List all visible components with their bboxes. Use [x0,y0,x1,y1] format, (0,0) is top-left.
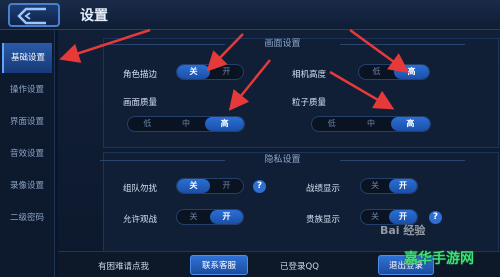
help-icon[interactable]: ? [253,180,266,193]
outline-label: 角色描边 [123,70,158,80]
page-title: 设置 [80,8,108,24]
sidebar: 基础设置 操作设置 界面设置 音效设置 录像设置 二级密码 [0,30,55,277]
quality-high-option[interactable]: 高 [205,117,244,131]
particles-label: 粒子质量 [292,98,327,108]
problem-text: 有困难请点我 [98,262,150,272]
back-arrow-icon [17,7,46,25]
particles-mid-option[interactable]: 中 [351,117,390,131]
sidebar-item-controls[interactable]: 操作设置 [2,75,52,105]
quality-mid-option[interactable]: 中 [167,117,206,131]
allow-spectate-toggle[interactable]: 关 开 [176,209,244,225]
contact-support-button[interactable]: 联系客服 [190,255,248,275]
login-status: 已登录QQ [280,262,319,272]
outline-off-option[interactable]: 关 [177,65,210,79]
sidebar-item-password[interactable]: 二级密码 [2,203,52,233]
sidebar-item-basic[interactable]: 基础设置 [2,43,52,73]
team-no-disturb-off-option[interactable]: 关 [177,179,210,193]
camera-height-label: 相机高度 [292,70,327,80]
quality-label: 画面质量 [123,98,158,108]
team-no-disturb-on-option[interactable]: 开 [210,179,243,193]
allow-spectate-off-option[interactable]: 关 [177,210,210,224]
privacy-section-title: 隐私设置 [100,153,465,167]
quality-low-option[interactable]: 低 [128,117,167,131]
team-no-disturb-label: 组队勿扰 [123,184,158,194]
camera-height-high-option[interactable]: 高 [394,65,429,79]
battle-display-label: 战绩显示 [306,184,341,194]
sidebar-item-replay[interactable]: 录像设置 [2,171,52,201]
noble-display-label: 贵族显示 [306,215,341,225]
help-icon[interactable]: ? [429,211,442,224]
display-section-title: 画面设置 [100,37,465,51]
quality-toggle[interactable]: 低 中 高 [127,116,245,132]
particles-low-option[interactable]: 低 [312,117,351,131]
outline-toggle[interactable]: 关 开 [176,64,244,80]
back-button[interactable] [8,3,60,27]
allow-spectate-label: 允许观战 [123,215,158,225]
sidebar-item-interface[interactable]: 界面设置 [2,107,52,137]
particles-toggle[interactable]: 低 中 高 [311,116,431,132]
site-watermark: 嘉华手游网 [404,251,474,267]
outline-on-option[interactable]: 开 [210,65,243,79]
camera-height-low-option[interactable]: 低 [359,65,394,79]
top-bar: 设置 [0,0,500,30]
particles-high-option[interactable]: 高 [390,117,430,131]
battle-display-on-option[interactable]: 开 [389,179,417,193]
team-no-disturb-toggle[interactable]: 关 开 [176,178,244,194]
camera-height-toggle[interactable]: 低 高 [358,64,430,80]
battle-display-toggle[interactable]: 关 开 [360,178,418,194]
battle-display-off-option[interactable]: 关 [361,179,389,193]
baidu-watermark: Bai 经验 [380,224,426,237]
allow-spectate-on-option[interactable]: 开 [210,210,243,224]
sidebar-item-sound[interactable]: 音效设置 [2,139,52,169]
